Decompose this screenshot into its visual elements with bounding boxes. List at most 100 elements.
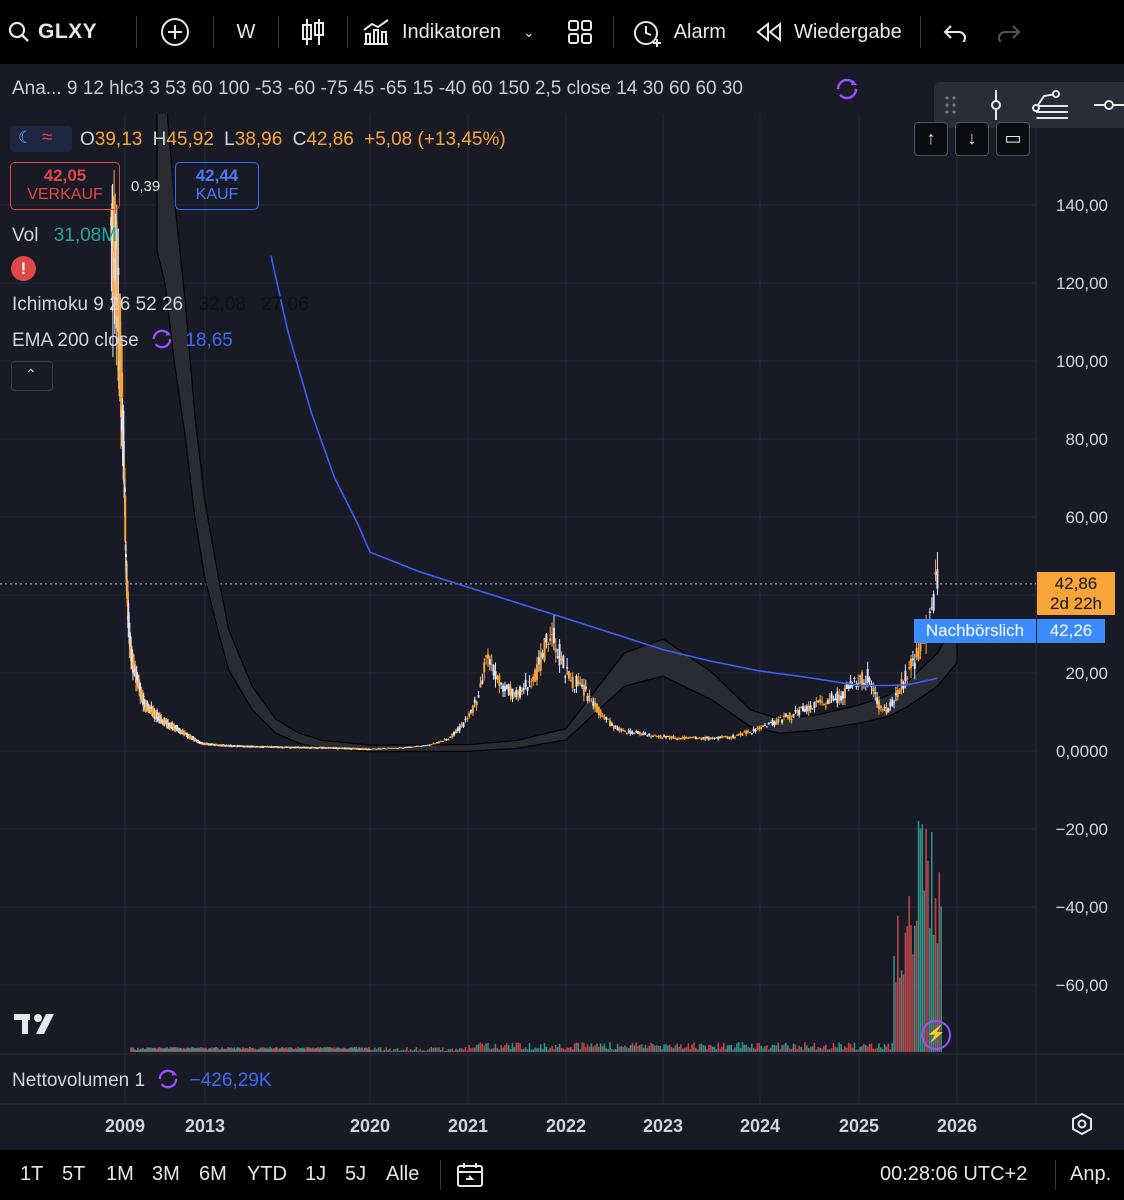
buy-button[interactable]: 42,44 KAUF bbox=[175, 162, 259, 210]
redo-button[interactable] bbox=[989, 0, 1029, 64]
volume-bar bbox=[564, 1049, 567, 1052]
volume-bar bbox=[713, 1046, 716, 1052]
volume-bar bbox=[723, 1042, 725, 1052]
candle-body bbox=[853, 677, 856, 679]
volume-bar bbox=[887, 1043, 890, 1052]
scroll-down-button[interactable]: ↓ bbox=[955, 122, 989, 156]
candle-body bbox=[614, 725, 617, 728]
maximize-button[interactable]: ▭ bbox=[996, 122, 1030, 156]
candle-body bbox=[370, 749, 373, 751]
layout-button[interactable] bbox=[547, 0, 613, 64]
volume-bar bbox=[790, 1048, 793, 1052]
candle-body bbox=[379, 748, 382, 750]
sell-button[interactable]: 42,05 VERKAUF bbox=[10, 162, 120, 210]
candle-body bbox=[530, 685, 533, 687]
candle-body bbox=[915, 647, 918, 658]
volume-bar bbox=[522, 1048, 525, 1052]
candle-body bbox=[908, 667, 911, 669]
volume-bar bbox=[402, 1049, 404, 1052]
clock[interactable]: 00:28:06 UTC+2 bbox=[880, 1163, 1027, 1186]
range-ytd[interactable]: YTD bbox=[247, 1163, 287, 1186]
candle-body bbox=[398, 747, 401, 749]
candle-body bbox=[691, 737, 694, 739]
volume-bar bbox=[394, 1048, 397, 1052]
range-1t[interactable]: 1T bbox=[20, 1163, 43, 1186]
volume-bar bbox=[883, 1044, 886, 1052]
goto-date-icon[interactable] bbox=[456, 1161, 484, 1189]
collapse-legend-button[interactable]: ⌃ bbox=[11, 361, 53, 391]
sync-icon[interactable] bbox=[836, 78, 858, 100]
drag-handle-icon[interactable] bbox=[944, 95, 958, 115]
volume-bar bbox=[430, 1047, 433, 1052]
legend-toggle-icons[interactable]: ☾ ≈ bbox=[10, 126, 72, 152]
adjust-button[interactable]: Anp. bbox=[1070, 1163, 1111, 1186]
volume-bar bbox=[775, 1045, 778, 1052]
y-tick-label: 100,00 bbox=[1056, 352, 1108, 371]
candle-body bbox=[627, 730, 630, 732]
range-1m[interactable]: 1M bbox=[106, 1163, 134, 1186]
candle-body bbox=[605, 716, 608, 720]
chevron-down-icon[interactable]: ⌄ bbox=[523, 24, 535, 41]
candle-body bbox=[545, 633, 548, 643]
undo-button[interactable] bbox=[921, 0, 989, 64]
volume-bar bbox=[421, 1050, 423, 1052]
candle-body bbox=[566, 667, 569, 669]
volume-bar bbox=[571, 1049, 574, 1052]
range-3m[interactable]: 3M bbox=[152, 1163, 180, 1186]
candle-body bbox=[809, 705, 812, 710]
volume-bar bbox=[549, 1047, 551, 1052]
candle-body bbox=[228, 746, 231, 748]
range-all[interactable]: Alle bbox=[386, 1163, 419, 1186]
volume-bar bbox=[754, 1048, 757, 1052]
chart-type-button[interactable] bbox=[279, 0, 347, 64]
scroll-up-button[interactable]: ↑ bbox=[914, 122, 948, 156]
candle-body bbox=[904, 670, 907, 682]
volume-bar bbox=[853, 1042, 856, 1052]
candle-body bbox=[462, 722, 465, 727]
candle-body bbox=[722, 736, 725, 738]
candle-body bbox=[872, 687, 875, 692]
candle-body bbox=[517, 691, 520, 695]
volume-bar bbox=[426, 1049, 429, 1052]
indicators-button[interactable]: Indikatoren ⌄ bbox=[348, 0, 547, 64]
candle-body bbox=[445, 738, 448, 741]
range-1j[interactable]: 1J bbox=[305, 1163, 326, 1186]
indicator-params[interactable]: Ana... 9 12 hlc3 3 53 60 100 -53 -60 -75… bbox=[12, 78, 743, 100]
settings-gear-icon[interactable] bbox=[1070, 1112, 1094, 1136]
horizontal-line-icon[interactable] bbox=[1094, 98, 1124, 112]
volume-bar bbox=[391, 1050, 393, 1052]
candle-body bbox=[123, 487, 126, 493]
candle-body bbox=[577, 680, 580, 685]
volume-bar bbox=[588, 1046, 591, 1052]
volume-bar bbox=[635, 1042, 637, 1052]
range-5t[interactable]: 5T bbox=[62, 1163, 85, 1186]
lightning-icon[interactable]: ⚡ bbox=[921, 1020, 951, 1050]
compare-button[interactable] bbox=[137, 0, 213, 64]
range-5j[interactable]: 5J bbox=[345, 1163, 366, 1186]
replay-button[interactable]: Wiedergabe bbox=[744, 0, 920, 64]
candle-body bbox=[519, 686, 522, 698]
interval-button[interactable]: W bbox=[214, 0, 278, 64]
candle-body bbox=[460, 724, 463, 726]
volume-bar bbox=[457, 1049, 459, 1052]
volume-bar bbox=[620, 1046, 623, 1052]
candle-body bbox=[607, 718, 610, 720]
moon-icon: ☾ bbox=[18, 128, 34, 147]
volume-bar bbox=[633, 1045, 636, 1052]
range-6m[interactable]: 6M bbox=[199, 1163, 227, 1186]
volume-bar bbox=[828, 1049, 831, 1052]
alarm-button[interactable]: Alarm bbox=[614, 0, 744, 64]
volume-bar bbox=[377, 1047, 380, 1052]
volume-bar bbox=[530, 1049, 533, 1052]
y-tick-label: 20,00 bbox=[1065, 664, 1108, 683]
volume-bar bbox=[590, 1043, 593, 1052]
candle-body bbox=[765, 726, 768, 728]
warning-icon[interactable]: ! bbox=[11, 256, 36, 281]
volume-bar bbox=[689, 1048, 692, 1052]
candle-body bbox=[390, 747, 393, 749]
volume-bar bbox=[825, 1044, 827, 1052]
candle-body bbox=[415, 745, 418, 747]
symbol-search[interactable]: GLXY bbox=[0, 0, 136, 64]
candle-body bbox=[694, 737, 697, 740]
candle-body bbox=[486, 654, 489, 659]
